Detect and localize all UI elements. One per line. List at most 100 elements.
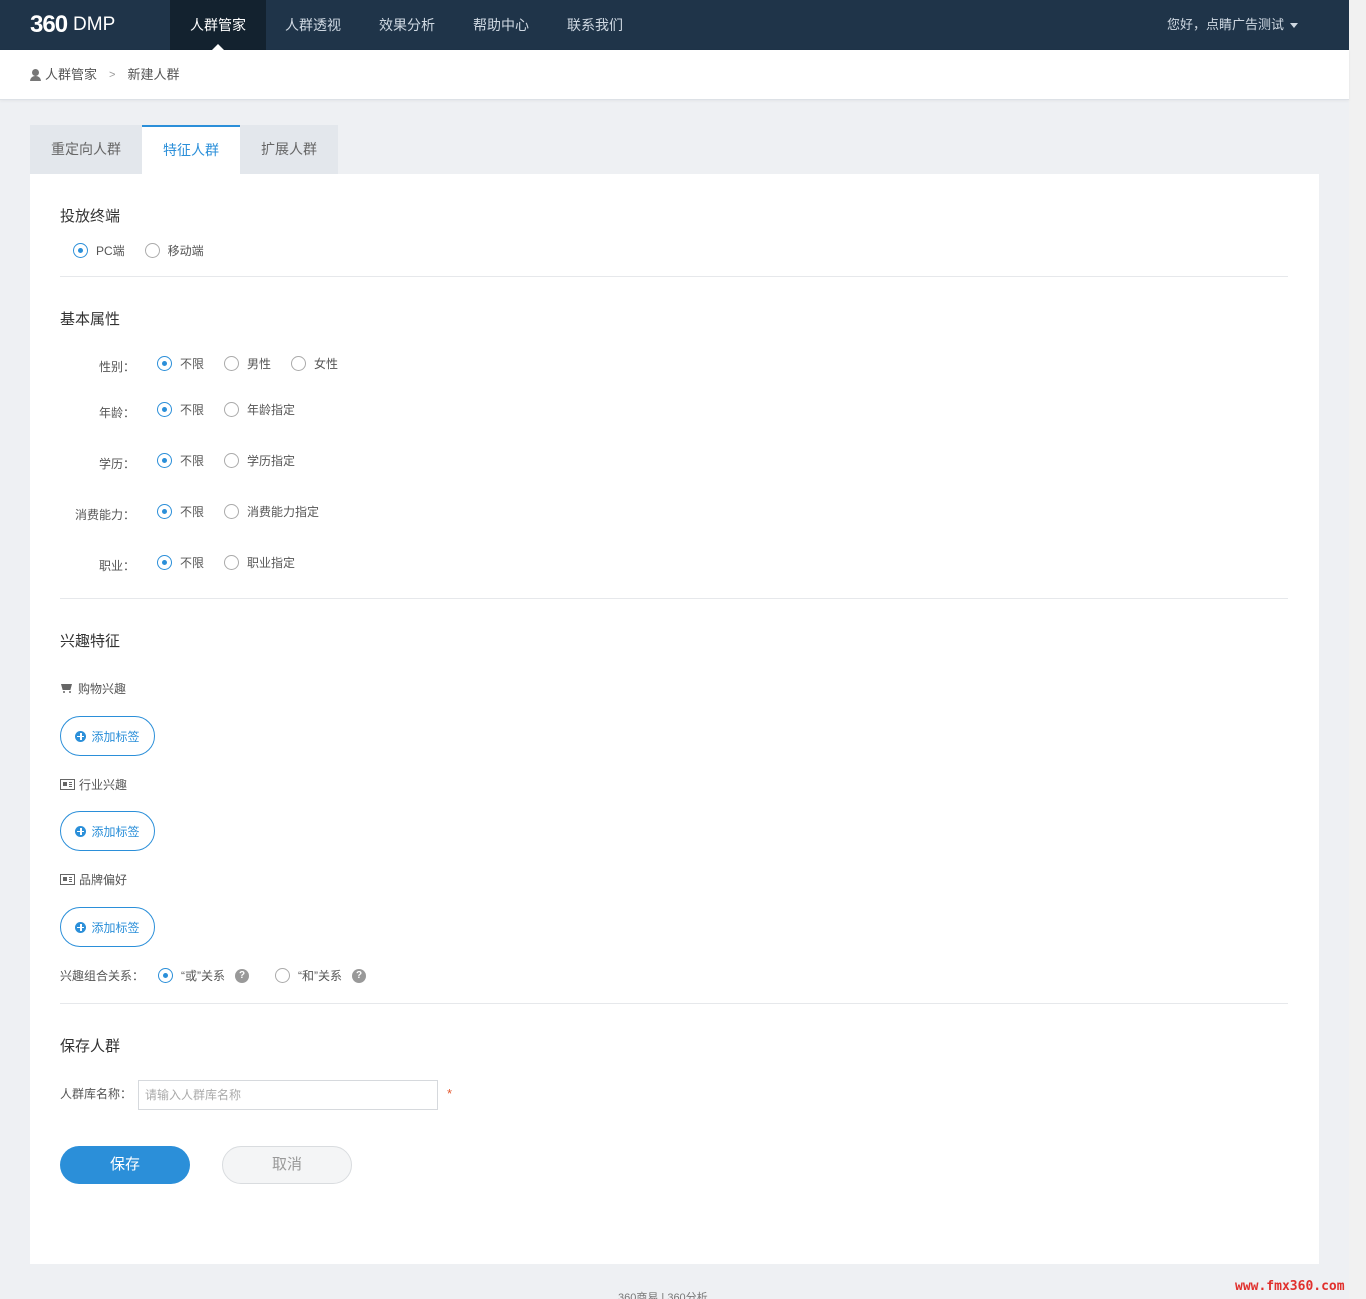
add-tag-label: 添加标签 bbox=[91, 729, 140, 744]
save-button[interactable]: 保存 bbox=[60, 1146, 190, 1184]
nav-item-audience-manager[interactable]: 人群管家 bbox=[170, 0, 266, 50]
label-age: 年龄： bbox=[98, 406, 135, 420]
tab-feature-audience[interactable]: 特征人群 bbox=[142, 125, 240, 174]
brand-logo[interactable]: 360 DMP bbox=[30, 11, 116, 38]
radio-label: “或”关系 bbox=[181, 969, 226, 983]
radio-dot[interactable] bbox=[224, 402, 240, 417]
nav-item-contact-us[interactable]: 联系我们 bbox=[548, 0, 642, 50]
nav-item-audience-insight[interactable]: 人群透视 bbox=[266, 0, 360, 50]
radio-spending-any[interactable]: 不限 bbox=[157, 503, 204, 520]
caret-down-icon bbox=[1290, 23, 1298, 29]
radio-dot[interactable] bbox=[224, 356, 240, 371]
gender-radio-group: 不限 男性 女性 bbox=[157, 355, 358, 372]
radio-spending-specify[interactable]: 消费能力指定 bbox=[224, 503, 319, 520]
radio-age-any[interactable]: 不限 bbox=[157, 401, 204, 418]
nav-item-help-center[interactable]: 帮助中心 bbox=[454, 0, 548, 50]
required-mark: * bbox=[447, 1086, 453, 1101]
radio-label: 职业指定 bbox=[247, 556, 296, 570]
interest-group-brand: 品牌偏好 bbox=[60, 871, 127, 888]
label-occupation: 职业： bbox=[98, 559, 135, 573]
occupation-radio-group: 不限 职业指定 bbox=[157, 554, 315, 571]
chevron-right-icon: > bbox=[109, 69, 116, 81]
help-icon[interactable]: ? bbox=[235, 968, 250, 983]
radio-age-specify[interactable]: 年龄指定 bbox=[224, 401, 295, 418]
logo-text: DMP bbox=[73, 14, 116, 35]
form-panel: 投放终端 PC端 移动端 基本属性 性别： 不限 男性 女性 年龄： 不限 年龄… bbox=[30, 174, 1319, 1264]
radio-label: 学历指定 bbox=[247, 454, 296, 468]
radio-dot[interactable] bbox=[291, 356, 307, 371]
footer-links[interactable]: 360商易 | 360分析 bbox=[618, 1289, 708, 1299]
radio-label: PC端 bbox=[96, 244, 125, 258]
logo-number: 360 bbox=[30, 11, 68, 38]
interest-relation-label: 兴趣组合关系： bbox=[60, 969, 145, 983]
interest-group-shopping: 购物兴趣 bbox=[60, 680, 126, 697]
plus-circle-icon bbox=[75, 921, 87, 933]
radio-dot[interactable] bbox=[224, 453, 240, 468]
divider bbox=[60, 598, 1288, 599]
interest-group-label: 品牌偏好 bbox=[79, 873, 128, 887]
radio-dot[interactable] bbox=[157, 504, 172, 519]
newspaper-icon bbox=[60, 874, 75, 885]
radio-dot[interactable] bbox=[157, 356, 172, 371]
spending-radio-group: 不限 消费能力指定 bbox=[157, 503, 339, 520]
radio-gender-female[interactable]: 女性 bbox=[291, 355, 338, 372]
radio-education-specify[interactable]: 学历指定 bbox=[224, 452, 295, 469]
radio-dot[interactable] bbox=[224, 555, 240, 570]
radio-dot[interactable] bbox=[144, 243, 160, 258]
section-title-interest: 兴趣特征 bbox=[60, 633, 121, 650]
audience-name-input[interactable] bbox=[138, 1080, 438, 1110]
cancel-button[interactable]: 取消 bbox=[222, 1146, 352, 1184]
radio-label: 不限 bbox=[180, 357, 205, 371]
radio-label: 不限 bbox=[180, 556, 205, 570]
radio-gender-male[interactable]: 男性 bbox=[224, 355, 271, 372]
radio-dot[interactable] bbox=[73, 243, 88, 258]
section-title-terminal: 投放终端 bbox=[60, 208, 121, 225]
user-greeting: 您好，点睛广告测试 bbox=[1166, 17, 1284, 32]
nav-item-effect-analysis[interactable]: 效果分析 bbox=[360, 0, 454, 50]
breadcrumb-bar: 人群管家 > 新建人群 bbox=[0, 50, 1349, 100]
radio-label: 移动端 bbox=[167, 244, 204, 258]
radio-mobile[interactable]: 移动端 bbox=[144, 242, 204, 259]
scrollbar[interactable] bbox=[1349, 0, 1366, 1299]
radio-dot[interactable] bbox=[275, 968, 291, 983]
divider bbox=[60, 1003, 1288, 1004]
help-icon[interactable]: ? bbox=[352, 968, 367, 983]
radio-label: 不限 bbox=[180, 505, 205, 519]
section-title-save: 保存人群 bbox=[60, 1038, 121, 1055]
add-tag-button-shopping[interactable]: 添加标签 bbox=[60, 716, 155, 756]
radio-label: 男性 bbox=[247, 357, 272, 371]
radio-occupation-specify[interactable]: 职业指定 bbox=[224, 554, 295, 571]
add-tag-button-brand[interactable]: 添加标签 bbox=[60, 907, 155, 947]
education-radio-group: 不限 学历指定 bbox=[157, 452, 315, 469]
radio-dot[interactable] bbox=[224, 504, 240, 519]
tab-retargeting[interactable]: 重定向人群 bbox=[30, 125, 142, 174]
label-education: 学历： bbox=[98, 457, 135, 471]
terminal-radio-group: PC端 移动端 bbox=[73, 242, 224, 259]
age-radio-group: 不限 年龄指定 bbox=[157, 401, 315, 418]
label-spending: 消费能力： bbox=[74, 508, 135, 522]
radio-pc[interactable]: PC端 bbox=[73, 242, 125, 259]
radio-dot[interactable] bbox=[157, 402, 172, 417]
radio-education-any[interactable]: 不限 bbox=[157, 452, 204, 469]
user-menu[interactable]: 您好，点睛广告测试 bbox=[1167, 0, 1298, 50]
radio-gender-any[interactable]: 不限 bbox=[157, 355, 204, 372]
tab-lookalike[interactable]: 扩展人群 bbox=[240, 125, 338, 174]
radio-relation-and[interactable]: “和”关系 ? bbox=[275, 967, 367, 984]
interest-group-industry: 行业兴趣 bbox=[60, 776, 127, 793]
interest-group-label: 购物兴趣 bbox=[78, 682, 127, 696]
radio-relation-or[interactable]: “或”关系 ? bbox=[158, 967, 250, 984]
add-tag-label: 添加标签 bbox=[91, 920, 140, 935]
breadcrumb-current: 新建人群 bbox=[127, 67, 180, 82]
newspaper-icon bbox=[60, 779, 75, 790]
main-nav: 人群管家 人群透视 效果分析 帮助中心 联系我们 bbox=[170, 0, 642, 50]
radio-occupation-any[interactable]: 不限 bbox=[157, 554, 204, 571]
radio-label: 不限 bbox=[180, 403, 205, 417]
radio-dot[interactable] bbox=[157, 453, 172, 468]
radio-dot[interactable] bbox=[157, 555, 172, 570]
radio-label: 年龄指定 bbox=[247, 403, 296, 417]
radio-dot[interactable] bbox=[158, 968, 174, 983]
interest-group-label: 行业兴趣 bbox=[79, 778, 128, 792]
plus-circle-icon bbox=[75, 825, 87, 837]
add-tag-button-industry[interactable]: 添加标签 bbox=[60, 811, 155, 851]
breadcrumb-root[interactable]: 人群管家 bbox=[45, 50, 97, 100]
